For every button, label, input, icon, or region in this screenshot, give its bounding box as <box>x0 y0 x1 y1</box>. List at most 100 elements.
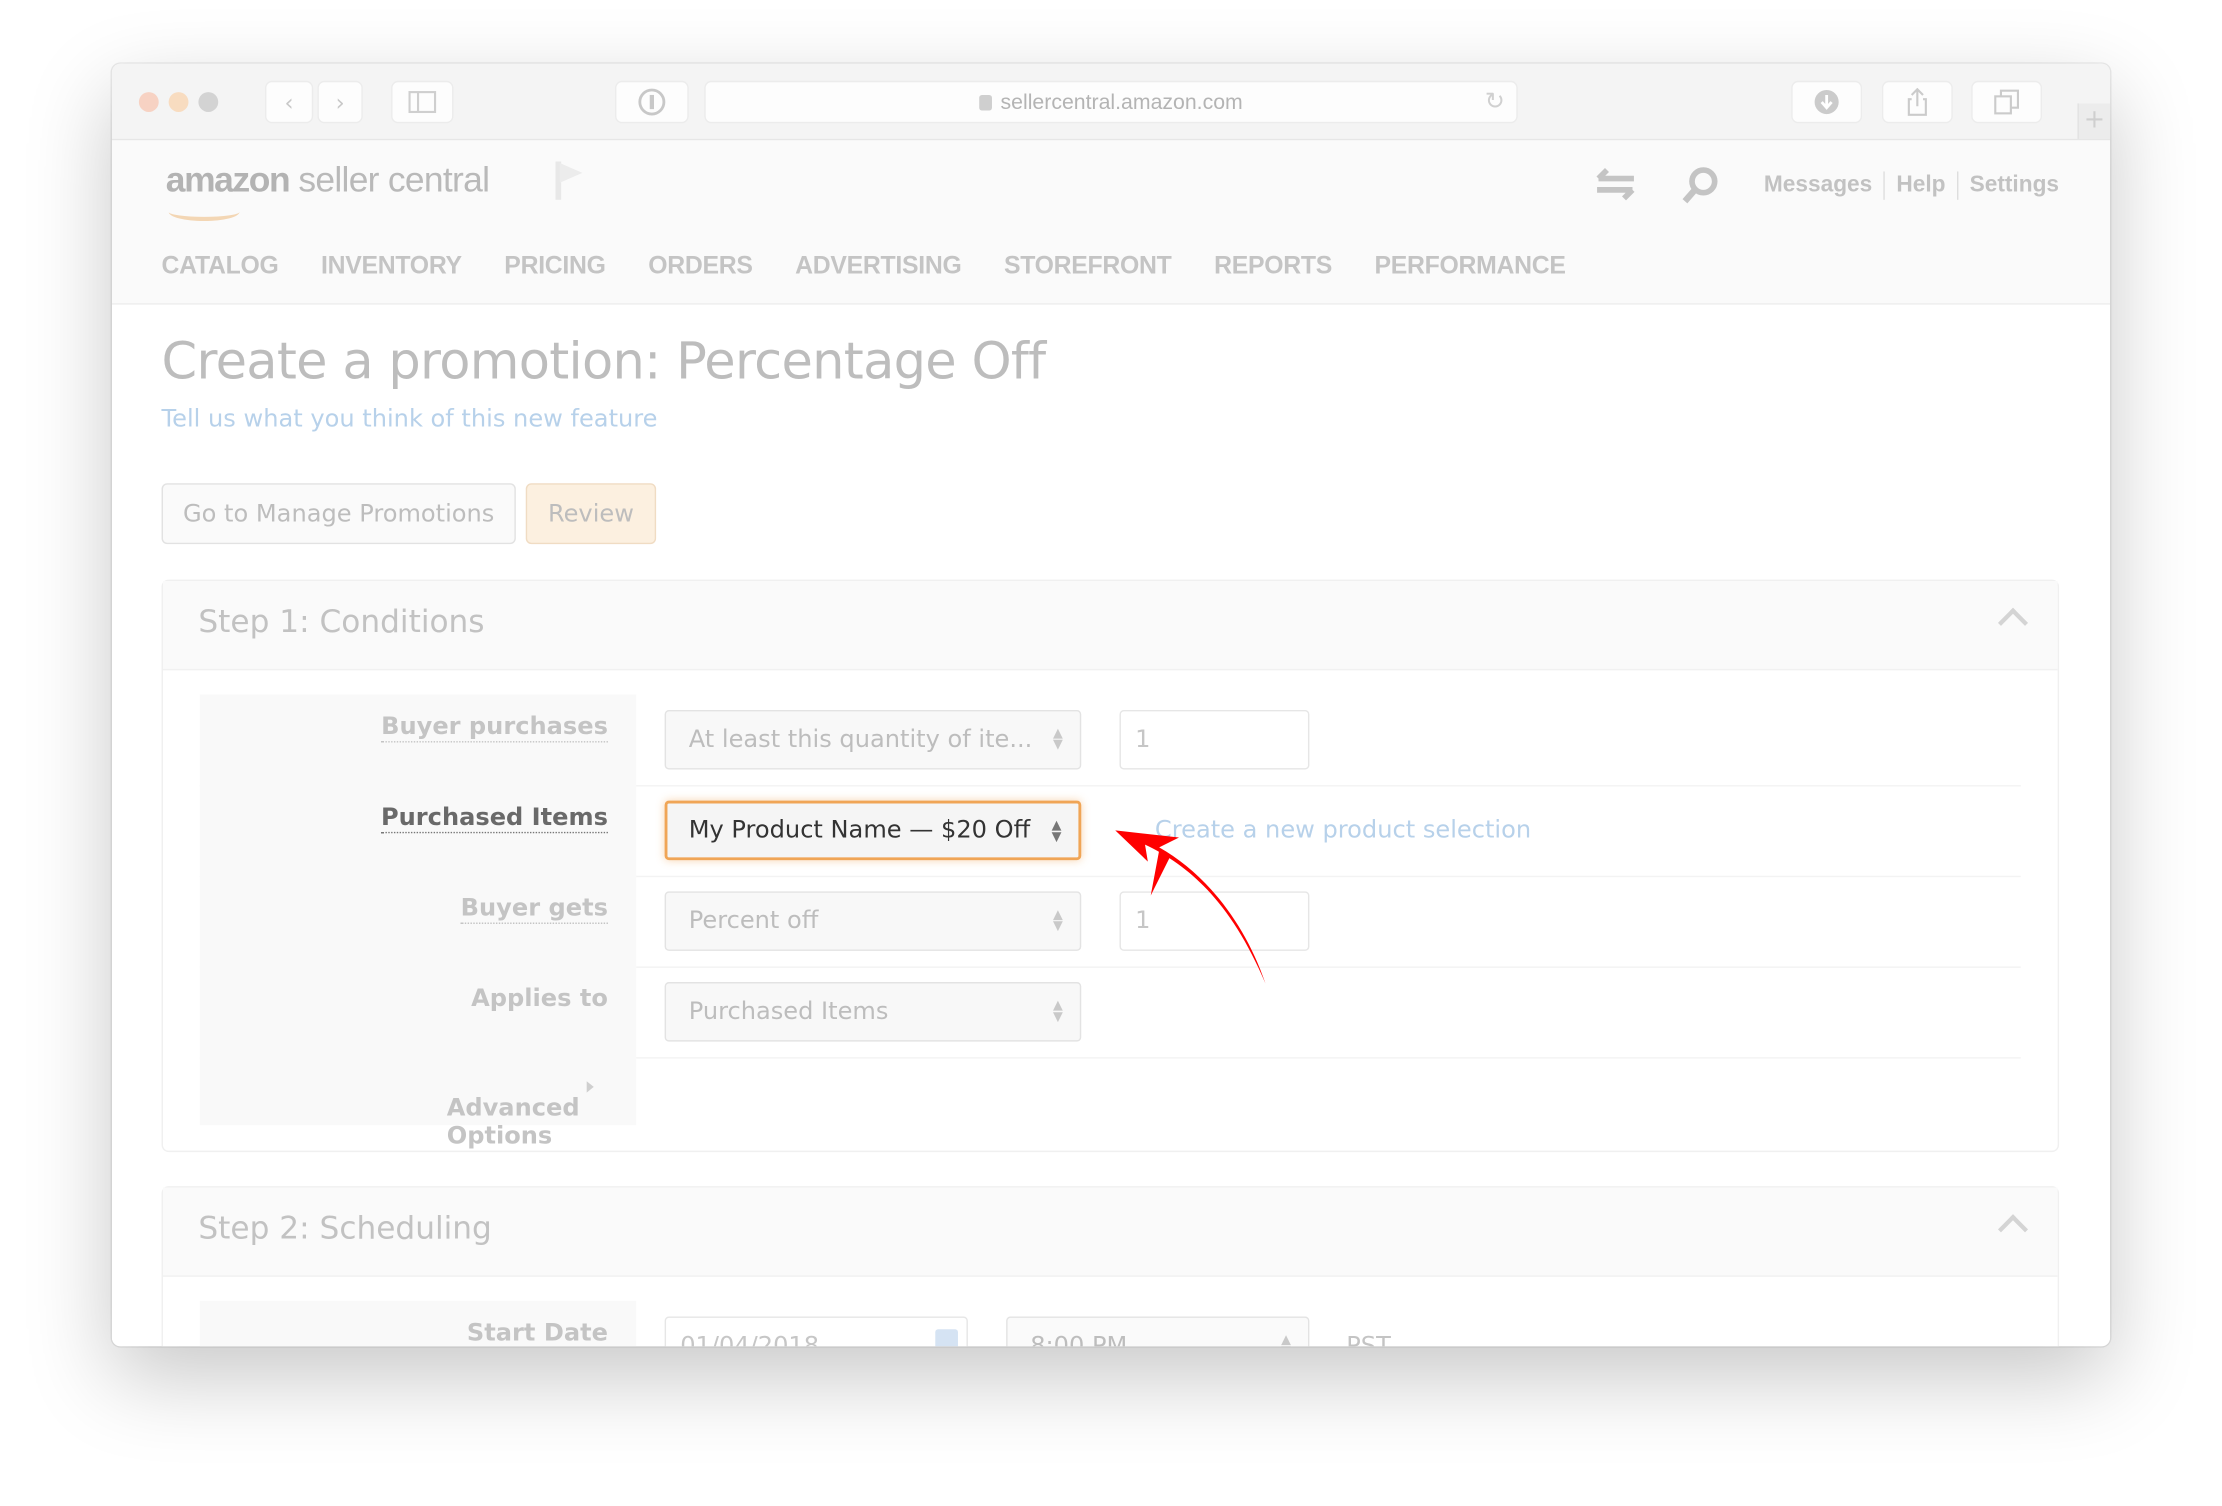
switch-accounts-icon[interactable] <box>1594 166 1637 203</box>
start-date-value: 01/04/2018 <box>680 1332 819 1346</box>
select-arrows-icon: ▲▼ <box>1053 726 1063 753</box>
search-icon[interactable] <box>1681 166 1721 206</box>
header-links: Messages Help Settings <box>1764 171 2059 200</box>
applies-to-label: Applies to <box>471 984 608 1014</box>
start-date-label: Start Date <box>466 1319 608 1347</box>
logo-product: seller central <box>298 160 490 200</box>
select-value: At least this quantity of ite... <box>688 725 1033 754</box>
manage-promotions-button[interactable]: Go to Manage Promotions <box>161 483 516 545</box>
divider <box>1956 171 1959 200</box>
condition-row: Applies to Purchased Items ▲ ▼ <box>199 966 2021 1059</box>
nav-reports[interactable]: REPORTS <box>1214 251 1332 281</box>
nav-storefront[interactable]: STOREFRONT <box>1004 251 1172 281</box>
review-button[interactable]: Review <box>525 483 657 545</box>
nav-advertising[interactable]: ADVERTISING <box>795 251 962 281</box>
chevron-right-icon: › <box>335 88 345 116</box>
url-text: sellercentral.amazon.com <box>1000 89 1243 115</box>
select-arrows-icon: ▲▼ <box>1053 999 1063 1025</box>
buyer-gets-label: Buyer gets <box>460 894 608 924</box>
downloads-button[interactable] <box>1791 80 1863 124</box>
condition-row: Buyer purchases At least this quantity o… <box>199 694 2021 787</box>
tabs-icon <box>1994 89 2020 115</box>
select-value: Purchased Items <box>688 997 889 1026</box>
select-value: My Product Name — $20 Off <box>688 816 1031 845</box>
timezone-label: PST <box>1346 1332 1391 1346</box>
buyer-purchases-quantity-input[interactable]: 1 <box>1119 709 1310 770</box>
amazon-seller-central-logo[interactable]: amazon seller central <box>166 160 490 222</box>
applies-to-select[interactable]: Purchased Items ▲ ▼ <box>664 982 1082 1042</box>
back-button[interactable]: ‹ <box>264 80 314 124</box>
advanced-options-label: Advanced Options <box>446 1094 580 1151</box>
minimize-window-button[interactable] <box>168 92 189 112</box>
nav-catalog[interactable]: CATALOG <box>162 251 279 281</box>
row-label-cell: Buyer gets <box>199 875 637 967</box>
sidebar-button[interactable] <box>391 80 454 124</box>
divider <box>1883 171 1886 200</box>
select-arrows-icon: ▲▼ <box>1051 819 1062 845</box>
step1-title: Step 1: Conditions <box>198 605 485 641</box>
share-button[interactable] <box>1881 80 1953 124</box>
start-time-value: 8:00 PM <box>1030 1332 1127 1346</box>
close-window-button[interactable] <box>138 92 159 112</box>
step1-panel: Step 1: Conditions Buyer purchases At le… <box>161 579 2060 1153</box>
browser-window: ‹ › sellercentral.amazon.com ↻ + amazon … <box>111 63 2111 1347</box>
nav-inventory[interactable]: INVENTORY <box>321 251 462 281</box>
row-label-cell: Buyer purchases <box>199 694 637 786</box>
start-time-select[interactable]: 8:00 PM ▲▼ <box>1006 1316 1310 1347</box>
select-arrows-icon: ▲▼ <box>1281 1333 1291 1347</box>
condition-row: Buyer gets Percent off ▲ ▼ 1 <box>199 875 2021 968</box>
forward-button[interactable]: › <box>317 80 363 124</box>
page-title: Create a promotion: Percentage Off <box>161 333 1047 392</box>
page-content: Create a promotion: Percentage Off Tell … <box>111 304 2111 1347</box>
advanced-options-toggle[interactable]: Advanced Options <box>447 1076 608 1151</box>
new-tab-button[interactable]: + <box>2077 103 2111 139</box>
settings-link[interactable]: Settings <box>1970 173 2059 199</box>
amazon-smile-icon <box>168 203 240 222</box>
main-nav: CATALOG INVENTORY PRICING ORDERS ADVERTI… <box>162 251 1609 281</box>
purchased-items-select[interactable]: My Product Name — $20 Off ▲ ▼ <box>664 800 1082 861</box>
reload-icon[interactable]: ↻ <box>1485 88 1505 116</box>
advanced-options-row: Advanced Options <box>199 1057 2021 1151</box>
schedule-row: Start Date 01/04/2018 8:00 PM ▲▼ PST <box>199 1300 2021 1347</box>
row-label-cell: Advanced Options <box>199 1057 637 1151</box>
nav-performance[interactable]: PERFORMANCE <box>1374 251 1565 281</box>
select-arrows-icon: ▲▼ <box>1053 908 1063 934</box>
condition-row: Purchased Items My Product Name — $20 Of… <box>199 785 2021 878</box>
nav-orders[interactable]: ORDERS <box>648 251 753 281</box>
nav-pricing[interactable]: PRICING <box>504 251 606 281</box>
step2-panel: Step 2: Scheduling Start Date 01/04/2018… <box>161 1186 2060 1347</box>
step2-header[interactable]: Step 2: Scheduling <box>162 1187 2058 1277</box>
password-manager-button[interactable] <box>615 80 689 124</box>
buyer-purchases-label: Buyer purchases <box>381 712 608 743</box>
tabs-overview-button[interactable] <box>1971 80 2043 124</box>
feedback-link[interactable]: Tell us what you think of this new featu… <box>162 405 658 433</box>
calendar-icon[interactable] <box>935 1329 958 1347</box>
maximize-window-button[interactable] <box>198 92 219 112</box>
purchased-items-label: Purchased Items <box>380 803 608 834</box>
step2-title: Step 2: Scheduling <box>198 1211 492 1248</box>
buyer-gets-select[interactable]: Percent off ▲ ▼ <box>664 891 1082 951</box>
lock-icon <box>979 94 993 110</box>
sidebar-icon <box>408 91 437 114</box>
buyer-purchases-select[interactable]: At least this quantity of ite... ▲ ▼ <box>664 709 1082 770</box>
chevron-left-icon: ‹ <box>284 88 294 116</box>
row-label-cell: Start Date <box>199 1300 637 1347</box>
download-icon <box>1814 89 1839 115</box>
flag-icon[interactable] <box>554 159 585 202</box>
seller-central-header: amazon seller central Messages Help Sett… <box>111 140 2111 305</box>
chevron-up-icon[interactable] <box>1997 607 2029 638</box>
step1-header[interactable]: Step 1: Conditions <box>162 581 2058 671</box>
chevron-up-icon[interactable] <box>1997 1214 2029 1245</box>
help-link[interactable]: Help <box>1896 173 1945 199</box>
caret-right-icon <box>586 1081 594 1093</box>
create-product-selection-link[interactable]: Create a new product selection <box>1155 816 1531 844</box>
start-date-input[interactable]: 01/04/2018 <box>664 1316 968 1347</box>
row-label-cell: Applies to <box>199 966 637 1058</box>
address-bar[interactable]: sellercentral.amazon.com ↻ <box>704 80 1518 124</box>
row-label-cell: Purchased Items <box>199 785 637 876</box>
share-icon <box>1907 87 1927 116</box>
password-manager-icon <box>638 88 666 116</box>
browser-toolbar: ‹ › sellercentral.amazon.com ↻ + <box>111 63 2111 141</box>
buyer-gets-amount-input[interactable]: 1 <box>1119 891 1310 951</box>
messages-link[interactable]: Messages <box>1764 173 1872 199</box>
